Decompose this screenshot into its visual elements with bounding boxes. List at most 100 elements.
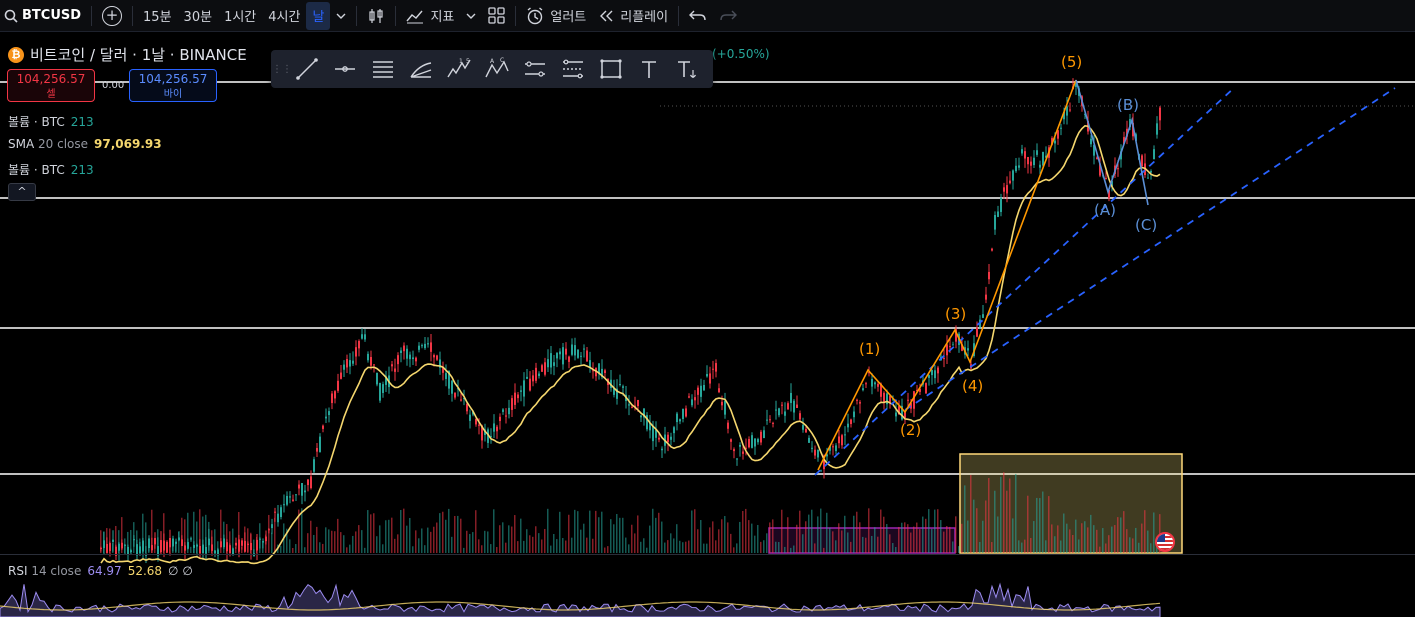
candle-body <box>499 416 501 422</box>
trendline[interactable] <box>904 87 1396 411</box>
volume-bar <box>1063 513 1065 553</box>
volume-bar <box>295 544 297 553</box>
channel-tool[interactable] <box>555 53 591 85</box>
candle-body <box>400 350 402 353</box>
volume-bar <box>454 516 456 553</box>
volume-bar <box>451 536 453 553</box>
pane-divider[interactable] <box>0 554 1415 555</box>
volume-bar <box>1021 542 1023 553</box>
indicator-volume-1[interactable]: 볼륨 · BTC 213 <box>8 113 94 130</box>
interval-15m[interactable]: 15분 <box>137 2 178 30</box>
volume-bar <box>469 533 471 553</box>
volume-bar <box>706 543 708 553</box>
volume-bar <box>592 538 594 553</box>
volume-bar <box>439 513 441 553</box>
wave-label-2[interactable]: (2) <box>900 421 921 439</box>
candle-body <box>421 345 423 347</box>
wave-label-3[interactable]: (3) <box>945 305 966 323</box>
indicators-dropdown[interactable] <box>460 2 482 30</box>
volume-bar <box>532 536 534 553</box>
interval-30m[interactable]: 30분 <box>178 2 219 30</box>
volume-highlight-box[interactable] <box>959 453 1183 554</box>
collapse-legend-button[interactable]: ^ <box>8 183 36 201</box>
candle-body <box>907 399 909 401</box>
candle-body <box>451 380 453 394</box>
measure-tool[interactable] <box>517 53 553 85</box>
wave-label-1[interactable]: (1) <box>859 340 880 358</box>
symbol-search[interactable]: BTCUSD <box>0 2 87 30</box>
wave-label-b[interactable]: (B) <box>1117 96 1139 114</box>
volume-bar <box>991 542 993 553</box>
impulse-wave-path[interactable] <box>817 79 1077 471</box>
layout-button[interactable] <box>482 2 511 30</box>
candle-body <box>688 396 690 398</box>
volume-bar <box>850 541 852 553</box>
trend-line-tool[interactable] <box>289 53 325 85</box>
candle-body <box>139 546 141 554</box>
candle-body <box>118 543 120 551</box>
undo-button[interactable] <box>683 2 713 30</box>
candle-body <box>856 399 858 401</box>
interval-1h[interactable]: 1시간 <box>218 2 262 30</box>
candle-body <box>1027 156 1029 165</box>
interval-dropdown[interactable] <box>330 2 352 30</box>
fib-fan-tool[interactable] <box>403 53 439 85</box>
elliott-impulse-icon: 15 <box>447 58 471 78</box>
rsi-legend[interactable]: RSI 14 close 64.97 52.68 ∅ ∅ <box>8 564 193 578</box>
redo-button[interactable] <box>713 2 743 30</box>
wave-label-5[interactable]: (5) <box>1061 53 1082 71</box>
text-tool[interactable] <box>631 53 667 85</box>
candle-body <box>460 399 462 401</box>
candle-body <box>328 411 330 416</box>
wave-label-c[interactable]: (C) <box>1135 216 1157 234</box>
candle-body <box>799 413 801 420</box>
candle-body <box>721 401 723 406</box>
indicators-button[interactable]: 지표 <box>400 2 460 30</box>
symbol-legend[interactable]: ₿ 비트코인 / 달러 · 1날 · BINANCE <box>8 44 247 65</box>
candle-body <box>757 439 759 443</box>
volume-bar <box>511 526 513 553</box>
svg-text:1: 1 <box>459 58 463 65</box>
indicator-volume-2[interactable]: 볼륨 · BTC 213 <box>8 161 94 178</box>
volume-bar <box>808 514 810 553</box>
trend-line-icon <box>296 58 318 80</box>
volume-bar <box>403 508 405 553</box>
volume-bar <box>634 533 636 553</box>
rectangle-tool[interactable] <box>593 53 629 85</box>
chart-type-button[interactable] <box>361 2 391 30</box>
trendline[interactable] <box>814 86 1236 476</box>
candle-body <box>337 380 339 391</box>
plus-circle-icon: + <box>102 5 123 26</box>
indicator-sma[interactable]: SMA 20 close 97,069.93 <box>8 137 162 151</box>
interval-1d[interactable]: 날 <box>306 1 331 30</box>
us-flag-event-icon[interactable] <box>1155 532 1175 552</box>
wave-label-4[interactable]: (4) <box>962 377 983 395</box>
alert-button[interactable]: 얼러트 <box>520 2 592 30</box>
compare-button[interactable]: + <box>96 2 128 30</box>
elliott-correction-tool[interactable]: AC <box>479 53 515 85</box>
volume-bar <box>610 519 612 553</box>
sell-label: 셀 <box>46 89 56 100</box>
drag-handle[interactable]: ⋮⋮ <box>272 59 292 79</box>
sell-button[interactable]: 104,256.57 셀 <box>7 69 95 102</box>
parallel-channel-tool[interactable] <box>365 53 401 85</box>
candle-body <box>586 350 588 362</box>
candle-body <box>946 344 948 356</box>
wave-label-a[interactable]: (A) <box>1094 201 1116 219</box>
price-chart[interactable] <box>0 33 1415 617</box>
candle-body <box>1000 197 1002 212</box>
volume-bar <box>496 547 498 553</box>
replay-button[interactable]: 리플레이 <box>592 2 674 30</box>
anchored-text-tool[interactable] <box>669 53 705 85</box>
buy-button[interactable]: 104,256.57 바이 <box>129 69 217 102</box>
volume-bar <box>508 525 510 553</box>
interval-4h[interactable]: 4시간 <box>262 2 306 30</box>
elliott-impulse-tool[interactable]: 15 <box>441 53 477 85</box>
toolbar-divider <box>678 5 680 26</box>
rewind-icon <box>600 10 613 21</box>
volume-bar <box>1069 529 1071 553</box>
candle-body <box>991 248 993 251</box>
horizontal-ray-tool[interactable] <box>327 53 363 85</box>
candle-body <box>730 439 732 442</box>
volume-bar <box>664 542 666 553</box>
